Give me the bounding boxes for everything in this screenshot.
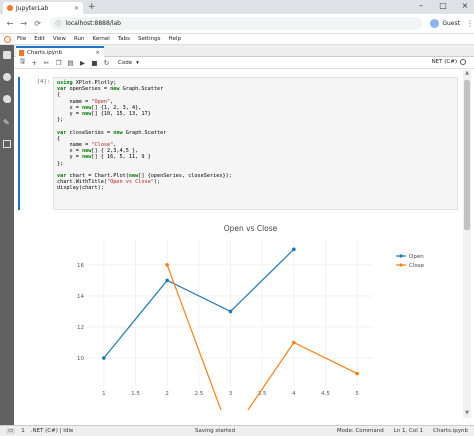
stop-icon[interactable]: ■	[90, 59, 99, 67]
data-point-open	[228, 309, 233, 314]
palette-icon[interactable]	[3, 95, 11, 103]
minimize-button[interactable]: –	[416, 1, 426, 10]
status-file: Charts.ipynb	[433, 428, 468, 434]
add-cell-icon[interactable]: +	[30, 59, 39, 67]
notebook-icon	[19, 49, 24, 56]
code-text: using XPlot.Plotly; var openSeries = new …	[57, 80, 454, 192]
forward-icon[interactable]: →	[20, 19, 28, 28]
restart-icon[interactable]: ↻	[102, 59, 111, 67]
menu-view[interactable]: View	[53, 36, 66, 42]
site-info-icon[interactable]: ⓘ	[56, 19, 62, 28]
cell-prompt: [4]:	[36, 79, 50, 85]
line-chart: Open vs Close1 1.5 2 2.5 3 3.5 4 4.5 510121416Op…	[77, 224, 425, 410]
legend-marker-close	[399, 263, 403, 267]
chevron-down-icon: ▾	[136, 59, 139, 66]
code-editor[interactable]: using XPlot.Plotly; var openSeries = new …	[53, 77, 458, 210]
data-point-open	[165, 278, 169, 283]
x-tick-label: 4.5	[321, 391, 330, 397]
legend-label-open: Open	[409, 254, 424, 260]
data-point-open	[292, 247, 296, 252]
x-tick-label: 4	[292, 391, 296, 397]
data-point-close	[292, 340, 296, 345]
menu-edit[interactable]: Edit	[34, 36, 45, 42]
back-icon[interactable]: ←	[6, 19, 14, 28]
status-position[interactable]: Ln 1, Col 1	[394, 428, 423, 434]
notebook-toolbar: 🖫 + ✂ ❐ ▤ ▶ ■ ↻ Code ▾ NET (C#)	[14, 57, 474, 69]
profile-label: Guest	[442, 20, 460, 27]
cell-collapser[interactable]	[18, 77, 20, 210]
vertical-scrollbar[interactable]: ▲ ▼	[463, 70, 471, 418]
data-point-open	[102, 356, 106, 360]
jupyter-favicon-icon	[7, 5, 13, 11]
cell-type-value: Code	[118, 59, 133, 66]
menu-run[interactable]: Run	[74, 36, 85, 42]
x-tick-label: 1	[102, 391, 106, 397]
scroll-down-icon[interactable]: ▼	[463, 410, 471, 418]
legend-marker-open	[399, 254, 403, 258]
y-tick-label: 12	[77, 325, 84, 331]
jupyter-logo-icon	[4, 35, 11, 43]
y-tick-label: 16	[77, 263, 84, 269]
run-icon[interactable]: ▶	[78, 59, 87, 67]
close-tab-icon[interactable]: ×	[74, 5, 79, 12]
status-message: Saving started	[195, 428, 236, 434]
menu-settings[interactable]: Settings	[138, 36, 161, 42]
close-doc-tab-icon[interactable]: ×	[95, 50, 100, 56]
status-bar: ▭ 1 .NET (C#) | Idle Saving started Mode…	[0, 425, 474, 436]
left-sidebar: ✎	[0, 45, 14, 425]
menu-file[interactable]: File	[17, 36, 26, 42]
browser-tab-title: JupyterLab	[16, 4, 49, 12]
menu-kernel[interactable]: Kernel	[92, 36, 109, 42]
cell-output: Open vs Close 1 1.5 2 2.5 3 3.5 4 4.5 5 10 12 14 16 Op…	[53, 214, 458, 410]
x-tick-label: 5	[355, 391, 359, 397]
scrollbar-thumb[interactable]	[464, 80, 470, 230]
doc-tab-label: Charts.ipynb	[27, 49, 62, 56]
document-tab-bar: Charts.ipynb ×	[14, 45, 474, 57]
y-tick-label: 14	[77, 294, 84, 300]
x-tick-label: 2	[165, 391, 169, 397]
tab-charts-notebook[interactable]: Charts.ipynb ×	[16, 46, 104, 57]
copy-icon[interactable]: ❐	[54, 59, 63, 67]
browser-menu-icon[interactable]: ⋮	[466, 19, 474, 28]
new-tab-button[interactable]: +	[88, 2, 96, 12]
legend-label-close: Close	[409, 263, 425, 269]
folder-icon[interactable]	[3, 51, 11, 59]
y-tick-label: 10	[77, 356, 84, 362]
code-line: display(chart);	[57, 185, 104, 192]
data-point-close	[165, 263, 169, 267]
url-field[interactable]: ⓘ localhost:8888/lab	[49, 17, 423, 30]
browser-tab[interactable]: JupyterLab ×	[3, 2, 83, 14]
status-number: 1	[21, 428, 25, 434]
data-point-close	[355, 371, 359, 376]
kernel-status-icon	[460, 59, 466, 65]
x-tick-label: 2.5	[194, 391, 203, 397]
address-bar: ← → ⟳ ⓘ localhost:8888/lab Guest ⋮	[0, 14, 474, 34]
menu-help[interactable]: Help	[169, 36, 182, 42]
tabs-icon[interactable]	[3, 140, 11, 148]
url-text: localhost:8888/lab	[65, 20, 121, 27]
maximize-button[interactable]: □	[438, 1, 448, 10]
x-tick-label: 3	[229, 391, 233, 397]
save-icon[interactable]: 🖫	[18, 57, 27, 68]
menu-tabs[interactable]: Tabs	[118, 36, 130, 42]
cut-icon[interactable]: ✂	[42, 59, 51, 67]
status-toggle[interactable]: ▭	[6, 428, 16, 434]
kernel-name: NET (C#)	[431, 59, 457, 65]
browser-tab-strip: JupyterLab × + – □ ×	[0, 0, 474, 14]
jupyterlab-menu-bar: File Edit View Run Kernel Tabs Settings …	[0, 34, 474, 45]
status-mode: Mode: Command	[336, 428, 384, 434]
cell-type-select[interactable]: Code ▾	[118, 60, 139, 66]
close-window-button[interactable]: ×	[460, 1, 470, 10]
reload-icon[interactable]: ⟳	[34, 19, 42, 28]
wrench-icon[interactable]: ✎	[3, 118, 11, 127]
avatar	[430, 19, 440, 28]
profile-button[interactable]: Guest	[430, 19, 460, 28]
kernel-indicator[interactable]: NET (C#)	[432, 59, 466, 65]
chart-title: Open vs Close	[224, 224, 278, 233]
x-tick-label: 1.5	[131, 391, 140, 397]
scroll-up-icon[interactable]: ▲	[463, 70, 471, 78]
status-kernel[interactable]: .NET (C#) | Idle	[31, 428, 74, 434]
paste-icon[interactable]: ▤	[66, 59, 75, 67]
running-icon[interactable]	[3, 73, 11, 81]
